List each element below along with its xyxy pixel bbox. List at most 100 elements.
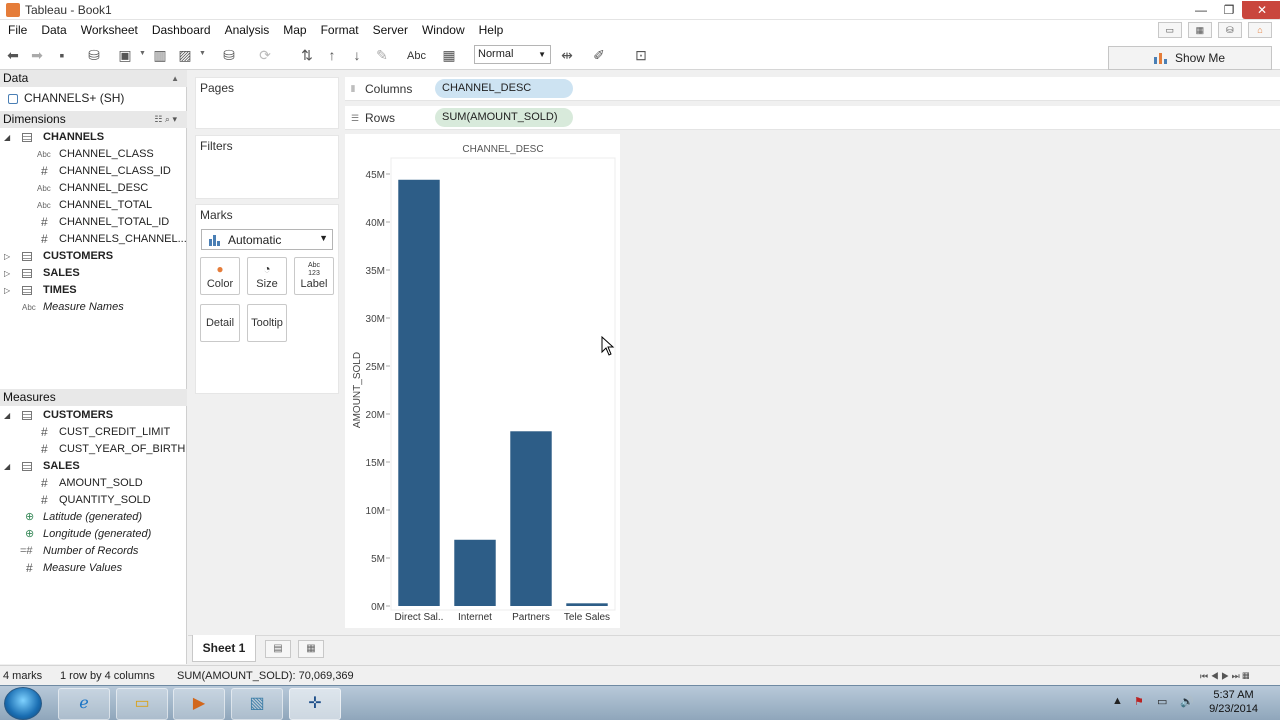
detail-button[interactable]: Detail — [200, 304, 240, 342]
new-datasource-icon[interactable]: ⛁ — [85, 46, 103, 64]
field-item[interactable]: Abc Measure Names — [0, 299, 187, 316]
notepad-icon[interactable]: ▧ — [231, 688, 283, 720]
highlight-icon[interactable]: ✎ — [373, 46, 391, 64]
collapse-triangle-icon[interactable]: ◢ — [4, 407, 10, 424]
mark-type-dropdown[interactable]: Automatic ▼ — [201, 229, 333, 250]
home-icon[interactable]: ⌂ — [1248, 22, 1272, 38]
field-item[interactable]: # CHANNEL_TOTAL_ID — [0, 214, 187, 231]
refresh-icon[interactable]: ⟳ — [256, 46, 274, 64]
minimize-button[interactable]: — — [1188, 1, 1214, 19]
datasource-item[interactable]: CHANNELS+ (SH) — [0, 90, 187, 107]
menu-map[interactable]: Map — [276, 20, 313, 40]
field-item[interactable]: Abc CHANNEL_DESC — [0, 180, 187, 197]
show-hidden-icons[interactable]: ▲ — [1112, 695, 1123, 707]
save-icon[interactable]: ▪ — [53, 46, 71, 64]
field-item[interactable]: # Measure Values — [0, 560, 187, 577]
menu-format[interactable]: Format — [314, 20, 366, 40]
new-dashboard-tab-icon[interactable]: ▦ — [298, 640, 324, 658]
field-item[interactable]: ⊕ Longitude (generated) — [0, 526, 187, 543]
menu-file[interactable]: File — [1, 20, 34, 40]
collapse-triangle-icon[interactable]: ◢ — [4, 129, 10, 146]
sheet-navigation-icons[interactable]: ⏮ ◀ ▶ ⏭ ▦ — [1200, 667, 1249, 685]
expand-triangle-icon[interactable]: ▷ — [4, 265, 10, 282]
expand-triangle-icon[interactable]: ▷ — [4, 248, 10, 265]
field-item[interactable]: ▷ TIMES — [0, 282, 187, 299]
field-item[interactable]: ◢ CHANNELS — [0, 129, 187, 146]
field-item[interactable]: Abc CHANNEL_TOTAL — [0, 197, 187, 214]
pen-icon[interactable]: ✐ — [590, 46, 608, 64]
sheet-tab-sheet-1[interactable]: Sheet 1 — [192, 635, 256, 662]
menu-help[interactable]: Help — [472, 20, 511, 40]
size-button[interactable]: ◔ Size — [247, 257, 287, 295]
datasource-icon[interactable]: ⛁ — [1217, 22, 1242, 38]
collapse-triangle-icon[interactable]: ◢ — [4, 458, 10, 475]
tableau-taskbar-icon[interactable]: ✛ — [289, 688, 341, 720]
rows-shelf[interactable]: ☰ Rows SUM(AMOUNT_SOLD) — [345, 106, 1280, 130]
system-clock[interactable]: 5:37 AM 9/23/2014 — [1209, 688, 1258, 716]
fit-dropdown[interactable]: Normal ▼ — [474, 45, 551, 64]
duplicate-sheet-icon[interactable]: ▥ — [151, 46, 169, 64]
menu-dashboard[interactable]: Dashboard — [145, 20, 218, 40]
filters-card[interactable]: Filters — [195, 135, 339, 199]
search-icon[interactable]: ☷ ⌕ ▾ — [154, 111, 177, 128]
field-item[interactable]: # AMOUNT_SOLD — [0, 475, 187, 492]
show-me-button[interactable]: Show Me — [1108, 46, 1272, 70]
field-item[interactable]: # QUANTITY_SOLD — [0, 492, 187, 509]
expand-triangle-icon[interactable]: ▷ — [4, 282, 10, 299]
internet-explorer-icon[interactable]: ℯ — [58, 688, 110, 720]
field-item[interactable]: Abc CHANNEL_CLASS — [0, 146, 187, 163]
sort-descending-icon[interactable]: ↓ — [348, 46, 366, 64]
sheet-sorter-icon[interactable]: ▦ — [1187, 22, 1212, 38]
color-button[interactable]: ● Color — [200, 257, 240, 295]
new-worksheet-tab-icon[interactable]: ▤ — [265, 640, 291, 658]
presentation-mode-icon[interactable]: ▭ — [1157, 22, 1182, 38]
menu-worksheet[interactable]: Worksheet — [74, 20, 145, 40]
show-labels-button[interactable]: Abc — [407, 47, 426, 65]
menu-window[interactable]: Window — [415, 20, 472, 40]
close-button[interactable]: ✕ — [1242, 1, 1280, 19]
field-item[interactable]: ▷ CUSTOMERS — [0, 248, 187, 265]
field-item[interactable]: =# Number of Records — [0, 543, 187, 560]
tooltip-button[interactable]: Tooltip — [247, 304, 287, 342]
maximize-button[interactable]: ❐ — [1216, 1, 1242, 19]
network-icon[interactable]: ▭ — [1157, 695, 1167, 708]
chevron-down-icon[interactable]: ▼ — [199, 50, 206, 57]
field-item[interactable]: # CUST_CREDIT_LIMIT — [0, 424, 187, 441]
pages-card[interactable]: Pages — [195, 77, 339, 129]
menu-analysis[interactable]: Analysis — [218, 20, 277, 40]
presentation-icon[interactable]: ⊡ — [632, 46, 650, 64]
field-item[interactable]: ▷ SALES — [0, 265, 187, 282]
clear-sheet-icon[interactable]: ▨ — [176, 46, 194, 64]
field-item[interactable]: # CUST_YEAR_OF_BIRTH — [0, 441, 187, 458]
file-explorer-icon[interactable]: ▭ — [116, 688, 168, 720]
label-button-label: Label — [300, 278, 328, 290]
columns-icon: ⦀ — [351, 84, 355, 94]
pause-updates-icon[interactable]: ⛁ — [220, 46, 238, 64]
back-arrow-icon[interactable]: ⬅ — [4, 46, 22, 64]
field-item[interactable]: ⊕ Latitude (generated) — [0, 509, 187, 526]
media-player-icon[interactable]: ▶ — [173, 688, 225, 720]
chevron-down-icon[interactable]: ▼ — [139, 50, 146, 57]
columns-shelf[interactable]: ⦀ Columns CHANNEL_DESC — [345, 77, 1280, 101]
sum-amount-sold-pill[interactable]: SUM(AMOUNT_SOLD) — [435, 108, 573, 127]
volume-icon[interactable]: 🔊 — [1180, 695, 1194, 708]
show-me-label: Show Me — [1175, 51, 1226, 65]
totals-icon[interactable]: ▦ — [440, 46, 458, 64]
sort-ascending-icon[interactable]: ↑ — [323, 46, 341, 64]
label-button[interactable]: Abc 123 Label — [294, 257, 334, 295]
fix-axes-icon[interactable]: ⇹ — [558, 46, 576, 64]
menu-server[interactable]: Server — [366, 20, 415, 40]
action-center-icon[interactable]: ⚑ — [1134, 695, 1144, 708]
pane-menu-icon[interactable]: ▲ — [171, 70, 179, 87]
forward-arrow-icon[interactable]: ➡ — [28, 46, 46, 64]
field-item[interactable]: ◢ SALES — [0, 458, 187, 475]
field-item[interactable]: ◢ CUSTOMERS — [0, 407, 187, 424]
swap-icon[interactable]: ⇅ — [298, 46, 316, 64]
new-worksheet-icon[interactable]: ▣ — [116, 46, 134, 64]
calculated-number-icon: =# — [20, 545, 33, 557]
channel-desc-pill[interactable]: CHANNEL_DESC — [435, 79, 573, 98]
start-button-icon[interactable] — [4, 687, 42, 720]
field-item[interactable]: # CHANNEL_CLASS_ID — [0, 163, 187, 180]
field-item[interactable]: # CHANNELS_CHANNEL... — [0, 231, 187, 248]
menu-data[interactable]: Data — [34, 20, 73, 40]
